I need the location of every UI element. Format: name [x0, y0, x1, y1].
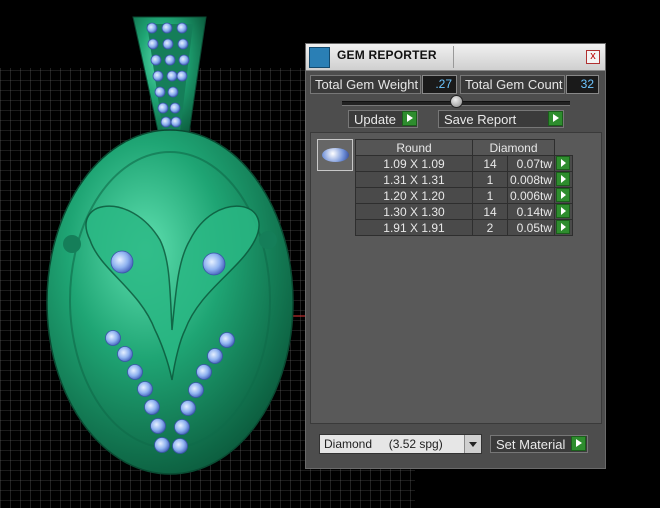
gem-stone [117, 346, 133, 362]
gem-stone [154, 437, 170, 453]
gem-stone [196, 364, 212, 380]
gem-stone [167, 86, 179, 98]
gem-stone [144, 399, 160, 415]
gem-stone [177, 38, 189, 50]
play-arrow-icon[interactable] [556, 220, 571, 234]
material-dropdown-value: Diamond (3.52 spg) [324, 437, 443, 451]
column-header-shape: Round [355, 139, 473, 156]
total-gem-count-label: Total Gem Count [460, 75, 565, 94]
gem-size: 1.91 X 1.91 [355, 219, 473, 236]
total-gem-weight-value: .27 [422, 75, 457, 94]
gem-weight: 0.008tw [506, 171, 556, 188]
column-header-material: Diamond [471, 139, 556, 156]
gem-size: 1.20 X 1.20 [355, 187, 473, 204]
set-material-play-icon[interactable] [571, 436, 586, 451]
gem-stone [110, 250, 134, 274]
gem-stone [150, 54, 162, 66]
row-action-cell[interactable] [554, 187, 574, 204]
gem-reporter-panel: GEM REPORTER x Total Gem Weight .27 Tota… [305, 43, 606, 469]
gem-reporter-icon [309, 47, 330, 68]
material-dropdown[interactable]: Diamond (3.52 spg) [319, 434, 482, 454]
gem-stone [172, 438, 188, 454]
gem-stone [180, 400, 196, 416]
gem-stone [160, 116, 172, 128]
play-arrow-icon[interactable] [556, 156, 571, 170]
update-play-icon[interactable] [402, 111, 417, 126]
save-report-play-icon[interactable] [548, 111, 563, 126]
row-action-cell[interactable] [554, 203, 574, 220]
panel-title: GEM REPORTER [337, 48, 437, 62]
gem-stone [174, 419, 190, 435]
gem-stone [161, 22, 173, 34]
gem-stone [166, 70, 178, 82]
gem-stone [170, 116, 182, 128]
row-action-cell[interactable] [554, 155, 574, 172]
gem-stone [146, 22, 158, 34]
total-gem-weight-label: Total Gem Weight [310, 75, 421, 94]
pendant-body [46, 129, 294, 475]
gem-stone [176, 70, 188, 82]
gem-stone [188, 382, 204, 398]
title-divider [453, 46, 454, 68]
play-arrow-icon[interactable] [556, 204, 571, 218]
table-row[interactable]: 1.20 X 1.20 1 0.006tw [355, 187, 574, 204]
gem-count: 1 [472, 187, 508, 204]
row-action-cell[interactable] [554, 219, 574, 236]
gem-stone [178, 54, 190, 66]
gem-size: 1.30 X 1.30 [355, 203, 473, 220]
gem-stone [152, 70, 164, 82]
gem-size: 1.09 X 1.09 [355, 155, 473, 172]
play-arrow-icon[interactable] [556, 172, 571, 186]
gem-stone [219, 332, 235, 348]
gem-stone [162, 38, 174, 50]
total-gem-count-value: 32 [566, 75, 599, 94]
gem-stone [127, 364, 143, 380]
gem-report-area: Round Diamond 1.09 X 1.09 14 0.07tw 1.31 X … [310, 132, 602, 424]
gem-count: 1 [472, 171, 508, 188]
row-action-cell[interactable] [554, 171, 574, 188]
gem-stone [154, 86, 166, 98]
gem-weight: 0.07tw [506, 155, 556, 172]
gem-weight: 0.05tw [506, 219, 556, 236]
gem-stone [157, 102, 169, 114]
gem-stone [137, 381, 153, 397]
gem-stone [105, 330, 121, 346]
save-report-button[interactable]: Save Report [438, 110, 564, 128]
dropdown-arrow-icon[interactable] [464, 435, 481, 453]
gem-count: 14 [472, 155, 508, 172]
gem-weight: 0.006tw [506, 187, 556, 204]
panel-titlebar[interactable]: GEM REPORTER x [306, 44, 605, 71]
table-row[interactable]: 1.09 X 1.09 14 0.07tw [355, 155, 574, 172]
gem-weight: 0.14tw [506, 203, 556, 220]
play-arrow-icon[interactable] [556, 188, 571, 202]
gem-size: 1.31 X 1.31 [355, 171, 473, 188]
gem-table: Round Diamond 1.09 X 1.09 14 0.07tw 1.31 X … [355, 139, 574, 236]
table-row[interactable]: 1.30 X 1.30 14 0.14tw [355, 203, 574, 220]
size-slider-handle[interactable] [450, 95, 463, 108]
gem-stone [176, 22, 188, 34]
table-row[interactable]: 1.91 X 1.91 2 0.05tw [355, 219, 574, 236]
gem-stone [164, 54, 176, 66]
gem-stone [147, 38, 159, 50]
table-row[interactable]: 1.31 X 1.31 1 0.008tw [355, 171, 574, 188]
gem-stone [169, 102, 181, 114]
gem-stone [150, 418, 166, 434]
close-icon[interactable]: x [586, 50, 600, 64]
gem-stone [207, 348, 223, 364]
gem-stone [202, 252, 226, 276]
gem-count: 14 [472, 203, 508, 220]
gem-count: 2 [472, 219, 508, 236]
gem-thumbnail[interactable] [317, 139, 353, 171]
